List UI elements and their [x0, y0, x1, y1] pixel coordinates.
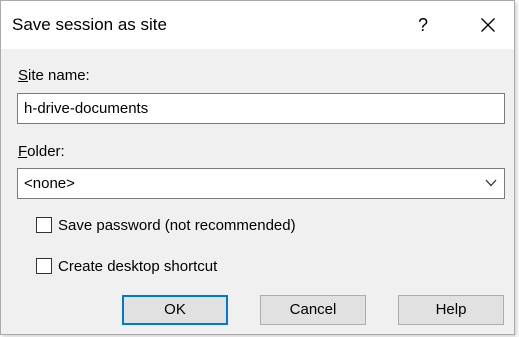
site-name-label-text: ite name: — [28, 67, 90, 84]
folder-label: Folder: — [18, 143, 65, 160]
desktop-shortcut-checkbox[interactable] — [36, 258, 52, 274]
save-password-checkbox[interactable] — [36, 217, 52, 233]
site-name-input[interactable]: h-drive-documents — [17, 93, 505, 124]
help-button[interactable]: Help — [398, 295, 504, 325]
cancel-button[interactable]: Cancel — [260, 295, 366, 325]
desktop-shortcut-label[interactable]: Create desktop shortcut — [58, 257, 217, 276]
close-icon — [481, 18, 495, 32]
dialog-title: Save session as site — [12, 15, 167, 34]
site-name-label-accelerator: S — [18, 67, 29, 84]
save-session-dialog: Save session as site ? Site name: h-driv… — [0, 0, 515, 335]
title-bar: Save session as site ? — [1, 1, 514, 49]
help-icon[interactable]: ? — [405, 1, 441, 49]
folder-label-text: older: — [27, 143, 65, 160]
ok-button[interactable]: OK — [122, 295, 228, 325]
site-name-label: Site name: — [18, 67, 90, 84]
save-password-label[interactable]: Save password (not recommended) — [58, 216, 296, 235]
folder-select-value: <none> — [24, 175, 75, 192]
chevron-down-icon — [485, 179, 497, 187]
folder-label-accelerator: F — [18, 143, 28, 160]
close-button[interactable] — [463, 1, 513, 49]
folder-select[interactable]: <none> — [17, 168, 505, 199]
